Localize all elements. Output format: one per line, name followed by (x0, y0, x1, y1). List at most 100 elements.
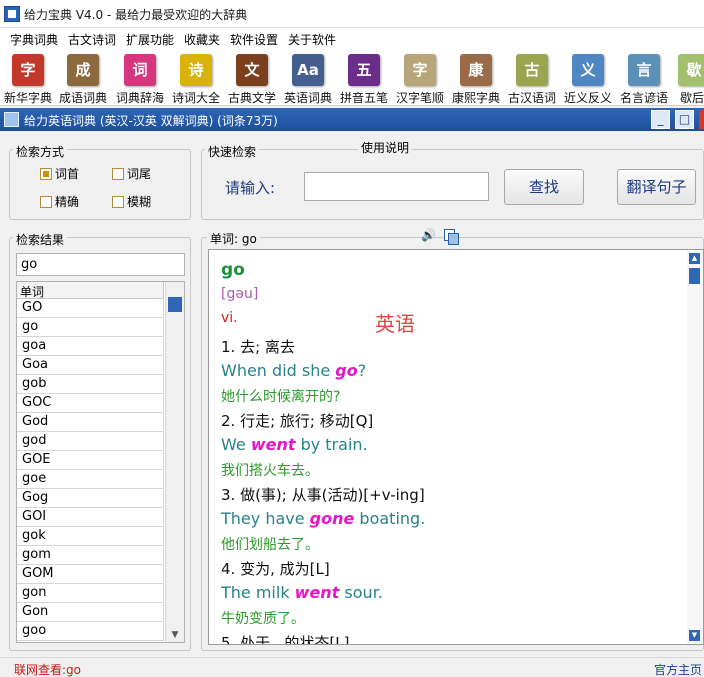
option-exact[interactable]: 精确 (40, 193, 79, 209)
quick-search-title: 快速检索 (205, 143, 260, 160)
ancient-chinese-icon: 古 (516, 54, 548, 86)
tool-cihai-dict[interactable]: 词 词典辞海 (112, 52, 168, 106)
example-zh-1: 她什么时候离开的? (221, 389, 341, 405)
xinhua-dict-icon: 字 (12, 54, 44, 86)
scroll-down-icon[interactable]: ▼ (689, 630, 700, 641)
menu-favorites[interactable]: 收藏夹 (184, 31, 220, 48)
option-fuzzy[interactable]: 模糊 (112, 193, 151, 209)
scrollbar-thumb[interactable] (689, 268, 700, 284)
tool-stroke-order[interactable]: 字 汉字笔顺 (392, 52, 448, 106)
tool-synonym[interactable]: 义 近义反义 (560, 52, 616, 106)
tool-label: 汉字笔顺 (395, 91, 444, 105)
translate-sentence-button[interactable]: 翻译句子 (617, 169, 696, 205)
online-lookup-link[interactable]: 联网查看:go (14, 661, 81, 677)
minimize-button[interactable]: _ (651, 110, 670, 129)
input-label: 请输入: (225, 179, 276, 197)
results-scrollbar[interactable]: ▼ (165, 282, 184, 642)
option-label: 精确 (55, 195, 80, 209)
option-prefix[interactable]: 词首 (40, 165, 79, 181)
tool-ancient-chinese[interactable]: 古 古汉语词 (504, 52, 560, 106)
list-item[interactable]: God (17, 413, 164, 432)
list-item[interactable]: gob (17, 375, 164, 394)
search-mode-title: 检索方式 (13, 143, 68, 160)
query-input[interactable] (304, 172, 489, 201)
sense-3: 3. 做(事); 从事(活动)[+v-ing] (221, 486, 425, 504)
tool-english-dict[interactable]: Aa 英语词典 (280, 52, 336, 106)
toolbar: 字 新华字典 成 成语词典 词 词典辞海 诗 诗词大全 文 古典文学 Aa 英语… (0, 50, 704, 106)
menu-dictionary[interactable]: 字典词典 (10, 31, 58, 48)
list-item[interactable]: goo (17, 622, 164, 641)
column-header-word[interactable]: 单词 (17, 282, 164, 299)
scroll-down-icon[interactable]: ▼ (166, 628, 184, 642)
example-en-4: The milk went sour. (221, 583, 383, 602)
list-item[interactable]: GO (17, 299, 164, 318)
list-item[interactable]: GOC (17, 394, 164, 413)
definition-scrollbar[interactable]: ▲ ▼ (687, 250, 703, 644)
example-en-2: We went by train. (221, 435, 368, 454)
tool-pinyin-wubi[interactable]: 五 拼音五笔 (336, 52, 392, 106)
menu-bar: 字典词典 古文诗词 扩展功能 收藏夹 软件设置 关于软件 (0, 28, 704, 50)
example-zh-2: 我们搭火车去。 (221, 463, 319, 479)
list-item[interactable]: goe (17, 470, 164, 489)
list-item[interactable]: goa (17, 337, 164, 356)
tool-xinhua-dict[interactable]: 字 新华字典 (2, 52, 54, 106)
list-item[interactable]: gok (17, 527, 164, 546)
tool-label: 词典辞海 (115, 91, 164, 105)
tool-xiehouyu[interactable]: 歇 歇后 (676, 52, 704, 106)
tool-classic-lit[interactable]: 文 古典文学 (224, 52, 280, 106)
option-label: 词首 (55, 167, 80, 181)
synonym-icon: 义 (572, 54, 604, 86)
menu-settings[interactable]: 软件设置 (230, 31, 278, 48)
close-button[interactable] (699, 110, 704, 129)
maximize-button[interactable]: □ (675, 110, 694, 129)
copy-icon[interactable] (444, 229, 459, 245)
menu-classical-poetry[interactable]: 古文诗词 (68, 31, 116, 48)
app-icon (4, 6, 20, 22)
pinyin-wubi-icon: 五 (348, 54, 380, 86)
list-item[interactable]: Gon (17, 603, 164, 622)
list-item[interactable]: GOM (17, 565, 164, 584)
tool-label: 古汉语词 (507, 91, 556, 105)
scrollbar-thumb[interactable] (168, 297, 182, 312)
tool-label: 英语词典 (283, 91, 332, 105)
checkbox-icon (112, 168, 124, 180)
tool-label: 成语词典 (58, 91, 107, 105)
scroll-up-icon[interactable]: ▲ (689, 253, 700, 264)
tool-kangxi-dict[interactable]: 康 康熙字典 (448, 52, 504, 106)
option-suffix[interactable]: 词尾 (112, 165, 151, 181)
part-of-speech: vi. (221, 310, 238, 326)
option-label: 模糊 (127, 195, 152, 209)
headword: go (221, 260, 245, 280)
search-button[interactable]: 查找 (504, 169, 584, 205)
list-item[interactable]: gom (17, 546, 164, 565)
window-title: 给力宝典 V4.0 - 最给力最受欢迎的大辞典 (24, 8, 248, 22)
list-item[interactable]: Gog (17, 489, 164, 508)
dictionary-window-icon (4, 112, 19, 127)
list-item[interactable]: go (17, 318, 164, 337)
status-bar: 联网查看:go 官方主页 (0, 657, 704, 677)
list-item[interactable]: GOI (17, 508, 164, 527)
tool-label: 诗词大全 (171, 91, 220, 105)
homepage-link[interactable]: 官方主页 (654, 661, 702, 677)
sense-1: 1. 去; 离去 (221, 338, 295, 356)
english-dict-icon: Aa (292, 54, 324, 86)
tool-poetry[interactable]: 诗 诗词大全 (168, 52, 224, 106)
title-bar: 给力宝典 V4.0 - 最给力最受欢迎的大辞典 (0, 0, 704, 28)
list-item[interactable]: Goa (17, 356, 164, 375)
example-en-1: When did she go? (221, 361, 367, 380)
usage-link[interactable]: 使用说明 (358, 139, 413, 156)
results-title: 检索结果 (13, 231, 68, 248)
speaker-icon[interactable]: 🔊 (421, 228, 437, 243)
menu-about[interactable]: 关于软件 (288, 31, 336, 48)
list-item[interactable]: GOE (17, 451, 164, 470)
cihai-dict-icon: 词 (124, 54, 156, 86)
dictionary-window-title: 给力英语词典 (英汉-汉英 双解词典) (词条73万) (24, 114, 278, 128)
tool-quotes[interactable]: 言 名言谚语 (616, 52, 672, 106)
tool-idiom-dict[interactable]: 成 成语词典 (57, 52, 109, 106)
list-item[interactable]: gon (17, 584, 164, 603)
list-item[interactable]: god (17, 432, 164, 451)
results-filter-input[interactable]: go (16, 253, 185, 276)
sense-2: 2. 行走; 旅行; 移动[Q] (221, 412, 374, 430)
menu-extensions[interactable]: 扩展功能 (126, 31, 174, 48)
sense-4: 4. 变为, 成为[L] (221, 560, 330, 578)
